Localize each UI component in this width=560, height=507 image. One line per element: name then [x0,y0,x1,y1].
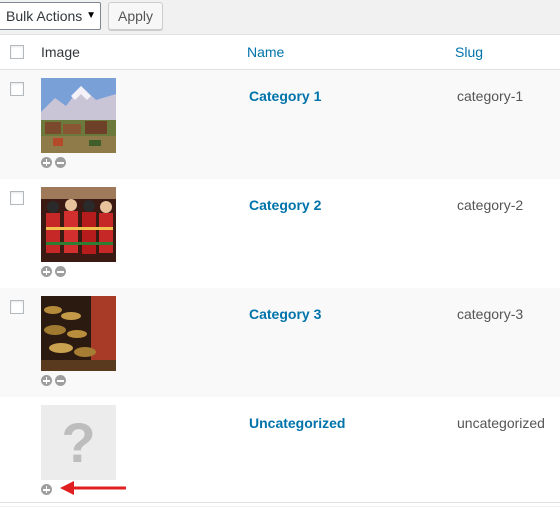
placeholder-image[interactable]: ? [41,405,116,480]
column-header-image: Image [41,44,80,60]
apply-button[interactable]: Apply [108,2,163,30]
annotation-arrow-icon [60,481,126,495]
category-slug: uncategorized [457,415,545,431]
category-slug: category-2 [457,197,524,213]
category-thumbnail[interactable] [41,296,116,371]
table-header: Image Name Slug [0,35,560,70]
column-header-slug[interactable]: Slug [455,44,483,60]
table-row: ? Uncategorized uncategorized [0,397,560,506]
row-checkbox[interactable] [10,191,24,205]
bulk-actions-value: Bulk Actions [6,8,83,24]
row-checkbox[interactable] [10,300,24,314]
remove-circle-icon[interactable] [55,375,66,386]
category-thumbnail[interactable] [41,187,116,262]
column-header-name[interactable]: Name [247,44,284,60]
add-circle-icon[interactable] [41,375,52,386]
table-bottom-border [0,502,560,503]
category-name-link[interactable]: Category 2 [249,197,321,213]
tablenav-top: Bulk Actions ▼ Apply [0,0,560,36]
category-name-link[interactable]: Category 1 [249,88,321,104]
table-row: Category 1 category-1 [0,70,560,179]
remove-circle-icon[interactable] [55,266,66,277]
category-slug: category-1 [457,88,524,104]
row-checkbox[interactable] [10,82,24,96]
add-circle-icon[interactable] [41,157,52,168]
select-all-checkbox[interactable] [10,45,24,59]
category-thumbnail[interactable] [41,78,116,153]
category-name-link[interactable]: Uncategorized [249,415,345,431]
table-row: Category 3 category-3 [0,288,560,397]
bulk-actions-select[interactable]: Bulk Actions ▼ [0,2,101,30]
categories-table: Image Name Slug Category 1 category-1 Ca… [0,34,560,506]
chevron-down-icon: ▼ [86,10,96,21]
category-slug: category-3 [457,306,524,322]
add-circle-icon[interactable] [41,266,52,277]
remove-circle-icon[interactable] [55,157,66,168]
category-name-link[interactable]: Category 3 [249,306,321,322]
add-circle-icon[interactable] [41,484,52,495]
table-row: Category 2 category-2 [0,179,560,288]
